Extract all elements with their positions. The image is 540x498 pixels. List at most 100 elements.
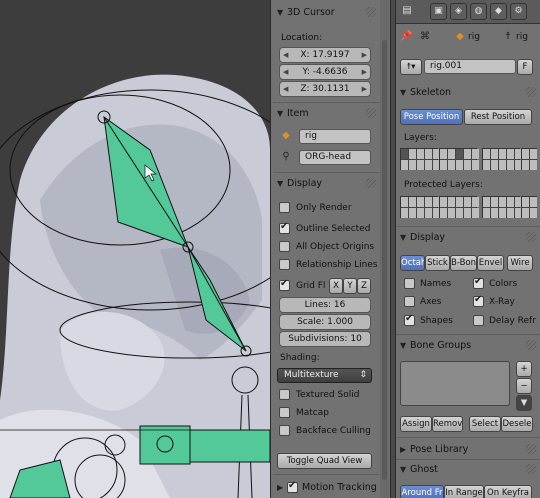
cursor-x-field[interactable]: ◀ X: 17.9197 ▶ [279,47,371,63]
display-envelope-button[interactable]: Envel [477,255,504,271]
pin-icon[interactable]: 📌 [400,30,412,44]
names-checkbox[interactable] [404,278,415,289]
bone-groups-panel-header[interactable]: ▼ Bone Groups [400,336,530,354]
render-tab-icon[interactable]: ▣ [430,3,447,20]
ghost-on-keyframes-button[interactable]: On Keyfra [484,485,532,498]
grid-lines-field[interactable]: Lines: 16 [279,297,371,313]
display-panel-header[interactable]: ▼ Display [400,228,530,246]
pose-library-title: Pose Library [410,443,469,455]
display-stick-button[interactable]: Stick [425,255,450,271]
bone-name-field[interactable]: ORG-head [299,150,371,165]
drag-grip-icon[interactable] [366,108,376,118]
shading-dropdown[interactable]: Multitexture ⇕ [277,368,372,383]
deselect-button[interactable]: Desele [501,416,533,432]
protected-layers-grid-2[interactable] [439,196,479,218]
xray-checkbox[interactable] [473,294,484,307]
grid-subdivisions-field[interactable]: Subdivisions: 10 [279,331,371,347]
toggle-quad-view-button[interactable]: Toggle Quad View [277,453,372,469]
3d-viewport[interactable] [0,0,270,498]
drag-grip-icon[interactable] [366,7,376,17]
relationship-lines-checkbox[interactable] [279,259,290,270]
protected-layers-grid-4[interactable] [521,196,537,218]
layers-grid-4[interactable] [521,148,537,170]
increment-icon[interactable]: ▶ [362,82,367,96]
motion-tracking-checkbox[interactable] [287,480,298,493]
rest-position-button[interactable]: Rest Position [464,109,532,125]
object-cube-icon: ◆ [282,130,290,141]
remove-button[interactable]: Remov [432,416,463,432]
drag-grip-icon[interactable] [526,464,536,474]
display-bbone-button[interactable]: B-Bon [450,255,477,271]
layers-grid-1[interactable] [400,148,440,170]
axes-checkbox[interactable] [404,296,415,307]
all-object-origins-checkbox[interactable] [279,241,290,252]
armature-browse-button[interactable]: ☨▾ [400,59,422,75]
decrement-icon[interactable]: ◀ [283,48,288,62]
group-menu-chevron-icon[interactable]: ▼ [516,395,532,411]
add-group-icon[interactable]: + [516,361,532,377]
select-button[interactable]: Select [469,416,501,432]
armature-icon: ☨ [505,31,511,42]
backface-culling-checkbox[interactable] [279,425,290,436]
protected-layers-label: Protected Layers: [404,180,483,190]
display-octahedral-button[interactable]: Octah [400,255,425,271]
axis-y-toggle[interactable]: Y [343,278,357,294]
fake-user-button[interactable]: F [517,59,533,75]
bone-groups-list[interactable] [400,361,510,406]
constraints-tab-icon[interactable]: ⚙ [510,3,527,20]
drag-grip-icon[interactable] [526,444,536,454]
matcap-label: Matcap [296,408,329,418]
properties-editor: ▤ ▣ ◈ ◍ ◆ ⚙ 📌 ⌘ ◆ rig ☨ rig ☨▾ rig.001 F… [396,0,540,498]
ghost-in-range-button[interactable]: In Range [444,485,484,498]
assign-button[interactable]: Assign [400,416,432,432]
protected-layers-grid-3[interactable] [482,196,522,218]
textured-solid-checkbox[interactable] [279,389,290,400]
drag-grip-icon[interactable] [526,340,536,350]
decrement-icon[interactable]: ◀ [283,82,288,96]
motion-tracking-panel-header[interactable]: ▶ Motion Tracking [277,478,387,496]
ghost-panel-header[interactable]: ▼ Ghost [400,460,530,478]
npanel-scroll-thumb[interactable] [382,40,387,480]
axes-label: Axes [420,297,442,307]
axis-x-toggle[interactable]: X [329,278,343,294]
world-tab-icon[interactable]: ◍ [470,3,487,20]
shapes-checkbox[interactable] [404,313,415,326]
matcap-checkbox[interactable] [279,407,290,418]
increment-icon[interactable]: ▶ [362,65,367,79]
skeleton-panel-header[interactable]: ▼ Skeleton [400,83,530,101]
decrement-icon[interactable]: ◀ [283,65,288,79]
only-render-label: Only Render [296,203,352,213]
display-wire-button[interactable]: Wire [507,255,533,271]
layers-grid-2[interactable] [439,148,479,170]
item-panel-title: Item [287,107,309,119]
cursor-z-field[interactable]: ◀ Z: 30.1131 ▶ [279,81,371,97]
scene-tab-icon[interactable]: ◈ [450,3,467,20]
armature-data-name-field[interactable]: rig.001 [424,59,516,74]
editor-type-icon[interactable]: ▤ [400,4,414,18]
pose-position-button[interactable]: Pose Position [400,109,463,125]
delay-refresh-label: Delay Refr [489,316,536,326]
cursor-y-field[interactable]: ◀ Y: -4.6636 ▶ [279,64,371,80]
layers-grid-3[interactable] [482,148,522,170]
drag-grip-icon[interactable] [366,178,376,188]
cursor-y-value: Y: -4.6636 [302,67,348,77]
increment-icon[interactable]: ▶ [362,48,367,62]
ghost-around-frame-button[interactable]: Around Fr [400,485,444,498]
colors-checkbox[interactable] [473,276,484,289]
location-label: Location: [281,33,323,43]
outline-selected-checkbox[interactable] [279,221,290,234]
axis-z-toggle[interactable]: Z [357,278,371,294]
grid-floor-checkbox[interactable] [279,278,290,291]
pose-library-panel-header[interactable]: ▶ Pose Library [400,440,530,458]
object-tab-icon[interactable]: ◆ [490,3,507,20]
grid-scale-field[interactable]: Scale: 1.000 [279,314,371,330]
delay-refresh-checkbox[interactable] [473,315,484,326]
remove-group-icon[interactable]: − [516,378,532,394]
expand-triangle-icon: ▼ [400,232,407,242]
outline-selected-label: Outline Selected [296,224,371,234]
drag-grip-icon[interactable] [526,87,536,97]
only-render-checkbox[interactable] [279,202,290,213]
protected-layers-grid-1[interactable] [400,196,440,218]
object-name-field[interactable]: rig [299,129,371,144]
drag-grip-icon[interactable] [526,232,536,242]
